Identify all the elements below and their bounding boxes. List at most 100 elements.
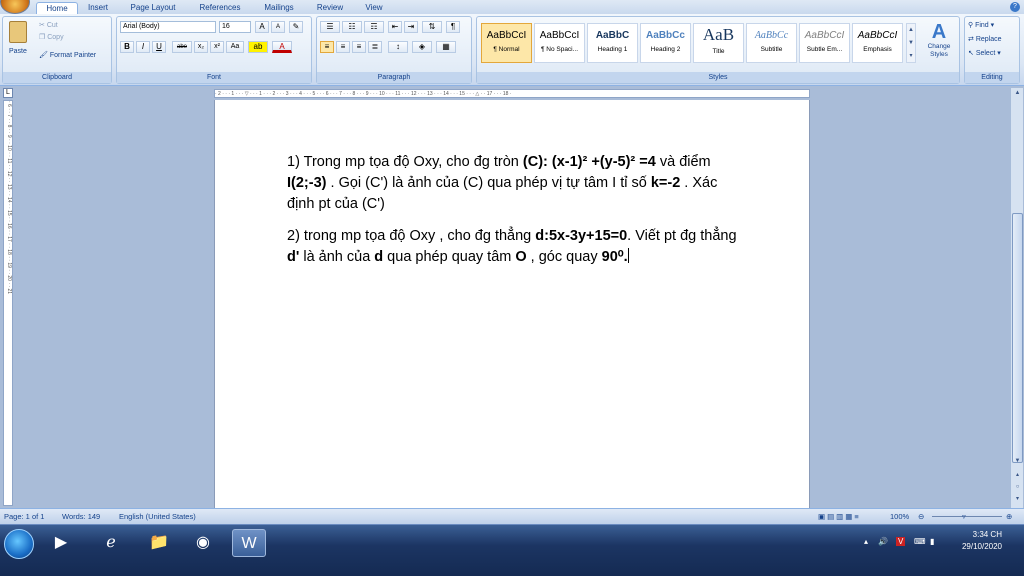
copy-button[interactable]: ❐ Copy — [39, 33, 64, 43]
paragraph-1[interactable]: 1) Trong mp tọa độ Oxy, cho đg tròn (C):… — [287, 152, 737, 215]
shading-icon[interactable]: ◈ — [412, 41, 432, 53]
scroll-thumb[interactable] — [1012, 213, 1023, 463]
tab-review[interactable]: Review — [312, 2, 348, 14]
replace-button[interactable]: ⇄ Replace — [968, 35, 1002, 45]
horizontal-ruler[interactable]: · 2 · · · 1 · · · ▽ · · · 1 · · · 2 · · … — [214, 89, 810, 98]
sort-icon[interactable]: ⇅ — [422, 21, 442, 33]
increase-indent-icon[interactable]: ⇥ — [404, 21, 418, 33]
paste-icon[interactable] — [9, 21, 27, 43]
ribbon-tab-bar: Home Insert Page Layout References Maili… — [0, 0, 1024, 14]
style-emphasis[interactable]: AaBbCcI Emphasis — [852, 23, 903, 63]
internet-explorer-icon[interactable]: ℯ — [94, 529, 128, 557]
superscript-button[interactable]: x² — [210, 41, 224, 53]
clear-format-icon[interactable]: ✎ — [289, 21, 303, 33]
tab-home[interactable]: Home — [36, 2, 78, 14]
underline-button[interactable]: U — [152, 41, 166, 53]
italic-button[interactable]: I — [136, 41, 150, 53]
font-color-icon[interactable]: A — [272, 41, 292, 53]
paragraph-group-label: Paragraph — [317, 72, 471, 83]
subscript-button[interactable]: x₂ — [194, 41, 208, 53]
align-right-icon[interactable]: ≡ — [352, 41, 366, 53]
font-name-box[interactable]: Arial (Body) — [120, 21, 216, 33]
zoom-thumb[interactable]: ▿ — [962, 509, 966, 524]
tab-selector[interactable]: L — [3, 88, 13, 98]
strikethrough-button[interactable]: abe — [172, 41, 192, 53]
office-button[interactable] — [0, 0, 30, 14]
page-count[interactable]: Page: 1 of 1 — [4, 509, 44, 524]
line-spacing-icon[interactable]: ↕ — [388, 41, 408, 53]
pilcrow-icon[interactable]: ¶ — [446, 21, 460, 33]
grow-font-button[interactable]: A — [255, 21, 269, 33]
editing-group: ⚲ Find ▾ ⇄ Replace ↖ Select ▾ Editing — [964, 16, 1020, 84]
cut-button[interactable]: ✂ Cut — [39, 21, 58, 31]
vertical-ruler[interactable]: · 6 · · 7 · · 8 · · 9 · · 10 · · 11 · · … — [3, 100, 13, 506]
start-button[interactable] — [4, 529, 34, 559]
media-player-icon[interactable]: ▶ — [44, 529, 78, 557]
tab-mailings[interactable]: Mailings — [256, 2, 302, 14]
borders-icon[interactable]: ▦ — [436, 41, 456, 53]
style-normal[interactable]: AaBbCcI ¶ Normal — [481, 23, 532, 63]
scroll-down-icon[interactable]: ▼ — [1011, 456, 1024, 467]
scroll-up-icon[interactable]: ▲ — [1011, 88, 1024, 99]
volume-icon[interactable]: 🔊 — [878, 537, 888, 546]
change-styles-button[interactable]: A Change Styles — [923, 21, 955, 73]
find-button[interactable]: ⚲ Find ▾ — [968, 21, 994, 31]
style-title[interactable]: AaB Title — [693, 23, 744, 63]
input-method-icon[interactable]: ⌨ — [914, 537, 926, 546]
select-button[interactable]: ↖ Select ▾ — [968, 49, 1001, 59]
view-buttons[interactable]: ▣▤▥▦≡ — [818, 509, 861, 524]
zoom-slider[interactable] — [932, 516, 1002, 517]
style-subtitle[interactable]: AaBbCc Subtitle — [746, 23, 797, 63]
browse-object-icon[interactable]: ○ — [1011, 482, 1024, 493]
document-page[interactable]: 1) Trong mp tọa độ Oxy, cho đg tròn (C):… — [214, 100, 810, 508]
scissors-icon: ✂ — [39, 22, 47, 29]
numbering-icon[interactable]: ☷ — [342, 21, 362, 33]
styles-group-label: Styles — [477, 72, 959, 83]
style-heading-1[interactable]: AaBbC Heading 1 — [587, 23, 638, 63]
ruler-row: L · 2 · · · 1 · · · ▽ · · · 1 · · · 2 · … — [0, 86, 1024, 100]
file-explorer-icon[interactable]: 📁 — [142, 529, 176, 557]
justify-icon[interactable]: ≣ — [368, 41, 382, 53]
change-case-button[interactable]: Aa — [226, 41, 244, 53]
font-size-box[interactable]: 16 — [219, 21, 251, 33]
paste-button[interactable]: Paste — [9, 47, 27, 57]
clipboard-group: Paste ✂ Cut ❐ Copy 🖌 Format Painter Clip… — [2, 16, 112, 84]
styles-scroll-icon[interactable]: ▲ ▼ ▾ — [906, 23, 916, 63]
copy-icon: ❐ — [39, 34, 48, 41]
clock[interactable]: 3:34 CH 29/10/2020 — [962, 529, 1002, 553]
tab-references[interactable]: References — [192, 2, 248, 14]
format-painter-button[interactable]: 🖌 Format Painter — [39, 51, 96, 61]
language-indicator[interactable]: English (United States) — [119, 509, 196, 524]
prev-page-icon[interactable]: ▴ — [1011, 470, 1024, 481]
style-subtle-emphasis[interactable]: AaBbCcI Subtle Em... — [799, 23, 850, 63]
word-count[interactable]: Words: 149 — [62, 509, 100, 524]
ribbon: Paste ✂ Cut ❐ Copy 🖌 Format Painter Clip… — [0, 14, 1024, 86]
next-page-icon[interactable]: ▾ — [1011, 494, 1024, 505]
network-icon[interactable]: ▮ — [930, 537, 934, 546]
editing-group-label: Editing — [965, 72, 1019, 83]
shrink-font-button[interactable]: A — [271, 21, 285, 33]
vertical-scrollbar[interactable]: ▲ ▼ ▴ ○ ▾ — [1010, 88, 1023, 508]
style-no-spacing[interactable]: AaBbCcI ¶ No Spaci... — [534, 23, 585, 63]
decrease-indent-icon[interactable]: ⇤ — [388, 21, 402, 33]
bullets-icon[interactable]: ☰ — [320, 21, 340, 33]
chrome-icon[interactable]: ◉ — [186, 529, 220, 557]
bold-button[interactable]: B — [120, 41, 134, 53]
zoom-out-icon[interactable]: ⊖ — [918, 509, 924, 524]
style-heading-2[interactable]: AaBbCc Heading 2 — [640, 23, 691, 63]
align-center-icon[interactable]: ≡ — [336, 41, 350, 53]
align-left-icon[interactable]: ≡ — [320, 41, 334, 53]
help-icon[interactable]: ? — [1010, 2, 1020, 12]
antivirus-icon[interactable]: V — [896, 537, 906, 546]
show-hidden-icon[interactable]: ▴ — [864, 537, 868, 546]
zoom-in-icon[interactable]: ⊕ — [1006, 509, 1012, 524]
zoom-level[interactable]: 100% — [890, 509, 909, 524]
brush-icon: 🖌 — [39, 52, 50, 59]
highlight-icon[interactable]: ab — [248, 41, 268, 53]
word-icon[interactable]: W — [232, 529, 266, 557]
multilevel-icon[interactable]: ☶ — [364, 21, 384, 33]
tab-page-layout[interactable]: Page Layout — [124, 2, 182, 14]
tab-insert[interactable]: Insert — [82, 2, 114, 14]
paragraph-2[interactable]: 2) trong mp tọa độ Oxy , cho đg thẳng d:… — [287, 226, 737, 268]
tab-view[interactable]: View — [358, 2, 390, 14]
